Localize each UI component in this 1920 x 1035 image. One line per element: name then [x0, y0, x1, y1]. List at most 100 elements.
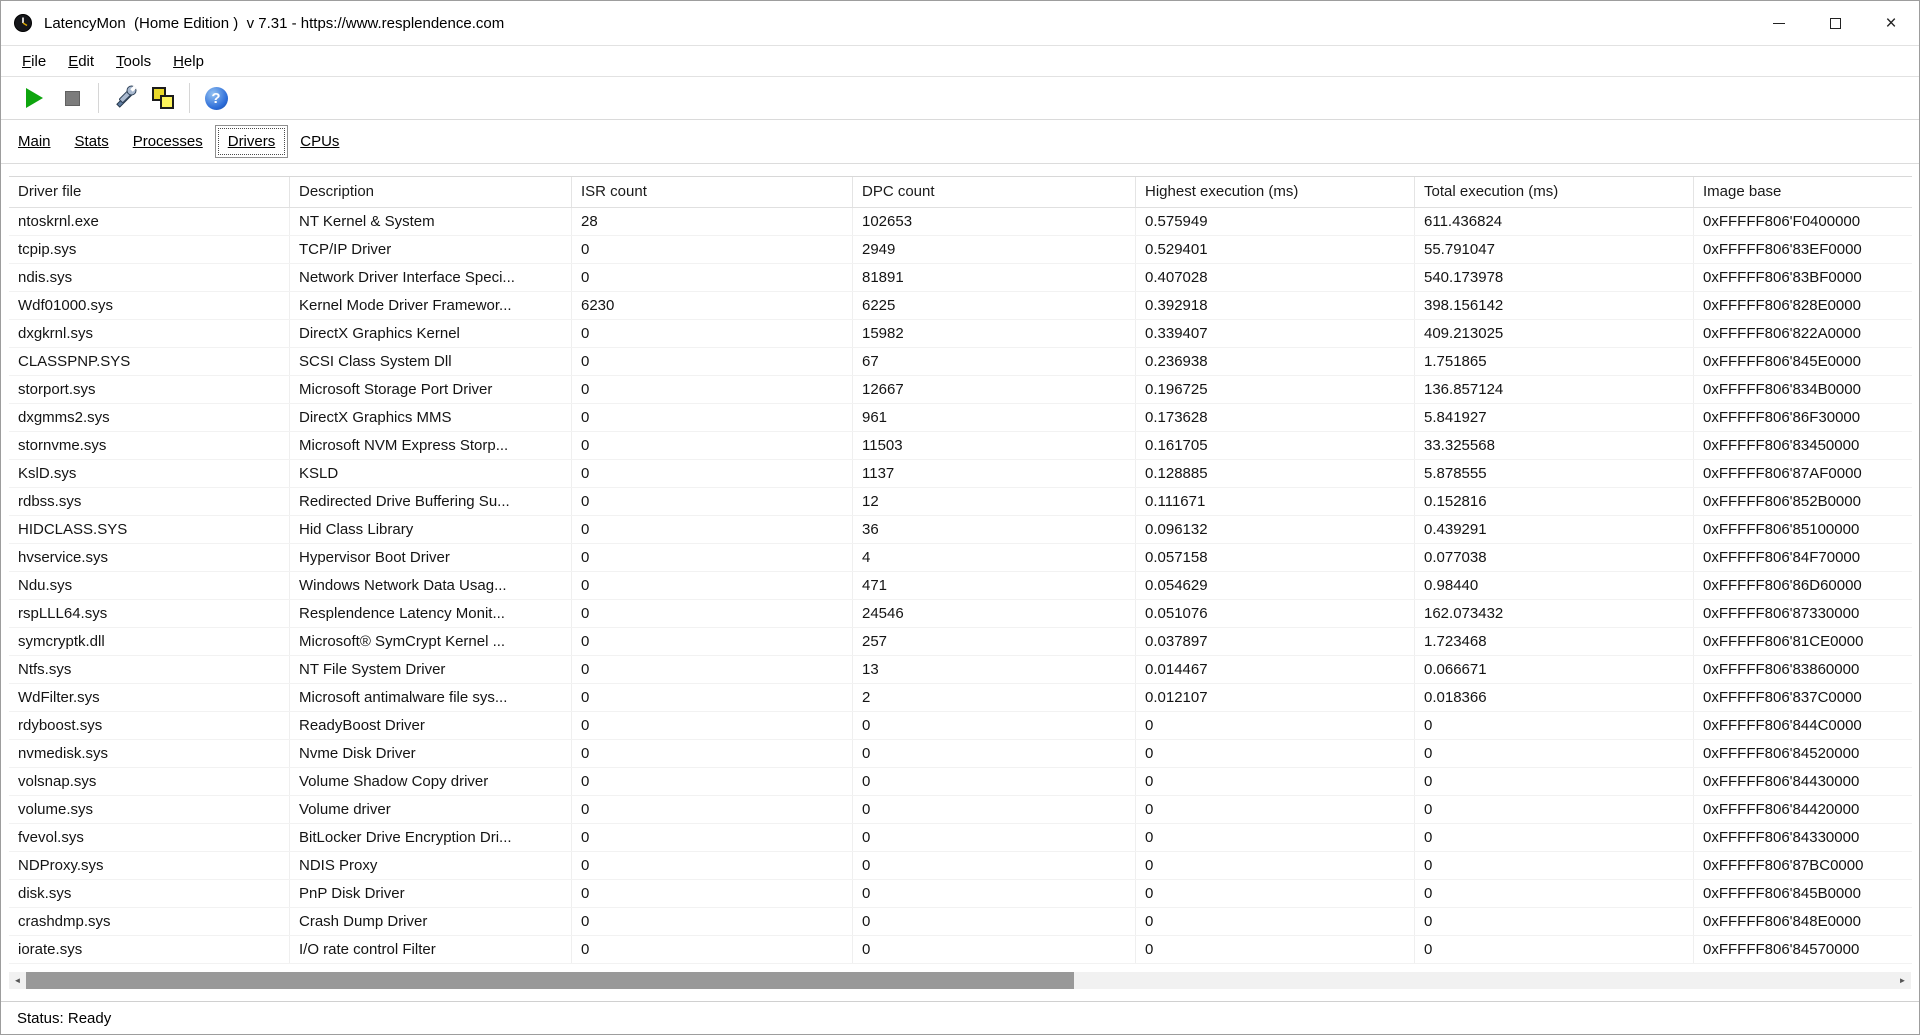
- column-header-dpc-count[interactable]: DPC count: [853, 177, 1136, 207]
- cell-total-execution-ms: 0.98440: [1415, 572, 1694, 599]
- cell-description: Nvme Disk Driver: [290, 740, 572, 767]
- cell-description: NT Kernel & System: [290, 208, 572, 235]
- tab-processes[interactable]: Processes: [121, 126, 215, 157]
- table-row[interactable]: fvevol.sysBitLocker Drive Encryption Dri…: [9, 824, 1912, 852]
- cell-total-execution-ms: 5.878555: [1415, 460, 1694, 487]
- cell-driver-file: rdbss.sys: [9, 488, 290, 515]
- minimize-button[interactable]: [1751, 1, 1807, 45]
- cell-description: Microsoft NVM Express Storp...: [290, 432, 572, 459]
- cell-driver-file: KslD.sys: [9, 460, 290, 487]
- table-row[interactable]: Ntfs.sysNT File System Driver0130.014467…: [9, 656, 1912, 684]
- table-row[interactable]: tcpip.sysTCP/IP Driver029490.52940155.79…: [9, 236, 1912, 264]
- menu-help[interactable]: Help: [162, 50, 215, 73]
- table-row[interactable]: disk.sysPnP Disk Driver00000xFFFFF806'84…: [9, 880, 1912, 908]
- table-row[interactable]: stornvme.sysMicrosoft NVM Express Storp.…: [9, 432, 1912, 460]
- cell-isr-count: 0: [572, 740, 853, 767]
- table-row[interactable]: Wdf01000.sysKernel Mode Driver Framewor.…: [9, 292, 1912, 320]
- cell-dpc-count: 81891: [853, 264, 1136, 291]
- table-row[interactable]: hvservice.sysHypervisor Boot Driver040.0…: [9, 544, 1912, 572]
- cell-driver-file: fvevol.sys: [9, 824, 290, 851]
- cell-image-base: 0xFFFFF806'83BF0000: [1694, 264, 1912, 291]
- column-header-total-execution[interactable]: Total execution (ms): [1415, 177, 1694, 207]
- table-header: Driver file Description ISR count DPC co…: [9, 177, 1912, 208]
- menu-file[interactable]: File: [11, 50, 57, 73]
- table-row[interactable]: HIDCLASS.SYSHid Class Library0360.096132…: [9, 516, 1912, 544]
- scroll-right-arrow-icon[interactable]: ►: [1894, 972, 1911, 989]
- column-header-driver-file[interactable]: Driver file: [9, 177, 290, 207]
- table-row[interactable]: storport.sysMicrosoft Storage Port Drive…: [9, 376, 1912, 404]
- tab-stats[interactable]: Stats: [63, 126, 121, 157]
- scrollbar-track[interactable]: [26, 972, 1894, 989]
- cell-description: Microsoft® SymCrypt Kernel ...: [290, 628, 572, 655]
- cell-highest-execution-ms: 0.392918: [1136, 292, 1415, 319]
- table-row[interactable]: iorate.sysI/O rate control Filter00000xF…: [9, 936, 1912, 964]
- table-row[interactable]: crashdmp.sysCrash Dump Driver00000xFFFFF…: [9, 908, 1912, 936]
- cell-highest-execution-ms: 0: [1136, 880, 1415, 907]
- table-row[interactable]: symcryptk.dllMicrosoft® SymCrypt Kernel …: [9, 628, 1912, 656]
- h-scrollbar[interactable]: ◄ ►: [9, 972, 1911, 989]
- table-body: ntoskrnl.exeNT Kernel & System281026530.…: [9, 208, 1912, 964]
- cell-total-execution-ms: 136.857124: [1415, 376, 1694, 403]
- scroll-left-arrow-icon[interactable]: ◄: [9, 972, 26, 989]
- cell-driver-file: rdyboost.sys: [9, 712, 290, 739]
- cell-total-execution-ms: 0: [1415, 852, 1694, 879]
- cell-description: Volume driver: [290, 796, 572, 823]
- cell-driver-file: HIDCLASS.SYS: [9, 516, 290, 543]
- cell-image-base: 0xFFFFF806'87330000: [1694, 600, 1912, 627]
- start-monitor-button[interactable]: [15, 80, 53, 116]
- table-row[interactable]: rdyboost.sysReadyBoost Driver00000xFFFFF…: [9, 712, 1912, 740]
- cell-image-base: 0xFFFFF806'81CE0000: [1694, 628, 1912, 655]
- cell-total-execution-ms: 0.152816: [1415, 488, 1694, 515]
- cell-driver-file: crashdmp.sys: [9, 908, 290, 935]
- cell-dpc-count: 11503: [853, 432, 1136, 459]
- table-row[interactable]: WdFilter.sysMicrosoft antimalware file s…: [9, 684, 1912, 712]
- maximize-button[interactable]: [1807, 1, 1863, 45]
- menu-edit[interactable]: Edit: [57, 50, 105, 73]
- scrollbar-thumb[interactable]: [26, 972, 1074, 989]
- cell-total-execution-ms: 398.156142: [1415, 292, 1694, 319]
- cell-dpc-count: 12: [853, 488, 1136, 515]
- column-header-highest-execution[interactable]: Highest execution (ms): [1136, 177, 1415, 207]
- report-button[interactable]: [144, 80, 182, 116]
- table-row[interactable]: ntoskrnl.exeNT Kernel & System281026530.…: [9, 208, 1912, 236]
- cell-highest-execution-ms: 0.051076: [1136, 600, 1415, 627]
- table-row[interactable]: dxgkrnl.sysDirectX Graphics Kernel015982…: [9, 320, 1912, 348]
- help-button[interactable]: ?: [197, 80, 235, 116]
- cell-isr-count: 0: [572, 376, 853, 403]
- table-row[interactable]: KslD.sysKSLD011370.1288855.8785550xFFFFF…: [9, 460, 1912, 488]
- cell-isr-count: 0: [572, 600, 853, 627]
- tab-drivers[interactable]: Drivers: [215, 125, 289, 158]
- cell-isr-count: 0: [572, 936, 853, 963]
- cell-description: SCSI Class System Dll: [290, 348, 572, 375]
- table-row[interactable]: rspLLL64.sysResplendence Latency Monit..…: [9, 600, 1912, 628]
- cell-description: ReadyBoost Driver: [290, 712, 572, 739]
- cell-isr-count: 0: [572, 320, 853, 347]
- cell-description: Network Driver Interface Speci...: [290, 264, 572, 291]
- cell-image-base: 0xFFFFF806'F0400000: [1694, 208, 1912, 235]
- table-row[interactable]: dxgmms2.sysDirectX Graphics MMS09610.173…: [9, 404, 1912, 432]
- table-row[interactable]: volume.sysVolume driver00000xFFFFF806'84…: [9, 796, 1912, 824]
- cell-image-base: 0xFFFFF806'84570000: [1694, 936, 1912, 963]
- cell-description: KSLD: [290, 460, 572, 487]
- tab-cpus[interactable]: CPUs: [288, 126, 351, 157]
- table-row[interactable]: ndis.sysNetwork Driver Interface Speci..…: [9, 264, 1912, 292]
- table-row[interactable]: nvmedisk.sysNvme Disk Driver00000xFFFFF8…: [9, 740, 1912, 768]
- cell-description: Kernel Mode Driver Framewor...: [290, 292, 572, 319]
- tab-main[interactable]: Main: [6, 126, 63, 157]
- cell-description: Hypervisor Boot Driver: [290, 544, 572, 571]
- column-header-isr-count[interactable]: ISR count: [572, 177, 853, 207]
- cell-total-execution-ms: 0.018366: [1415, 684, 1694, 711]
- tools-button[interactable]: [106, 80, 144, 116]
- table-row[interactable]: CLASSPNP.SYSSCSI Class System Dll0670.23…: [9, 348, 1912, 376]
- table-row[interactable]: Ndu.sysWindows Network Data Usag...04710…: [9, 572, 1912, 600]
- column-header-description[interactable]: Description: [290, 177, 572, 207]
- cell-driver-file: WdFilter.sys: [9, 684, 290, 711]
- stop-monitor-button[interactable]: [53, 80, 91, 116]
- menu-tools[interactable]: Tools: [105, 50, 162, 73]
- cell-dpc-count: 67: [853, 348, 1136, 375]
- table-row[interactable]: NDProxy.sysNDIS Proxy00000xFFFFF806'87BC…: [9, 852, 1912, 880]
- close-button[interactable]: ×: [1863, 1, 1919, 45]
- table-row[interactable]: volsnap.sysVolume Shadow Copy driver0000…: [9, 768, 1912, 796]
- table-row[interactable]: rdbss.sysRedirected Drive Buffering Su..…: [9, 488, 1912, 516]
- column-header-image-base[interactable]: Image base: [1694, 177, 1912, 207]
